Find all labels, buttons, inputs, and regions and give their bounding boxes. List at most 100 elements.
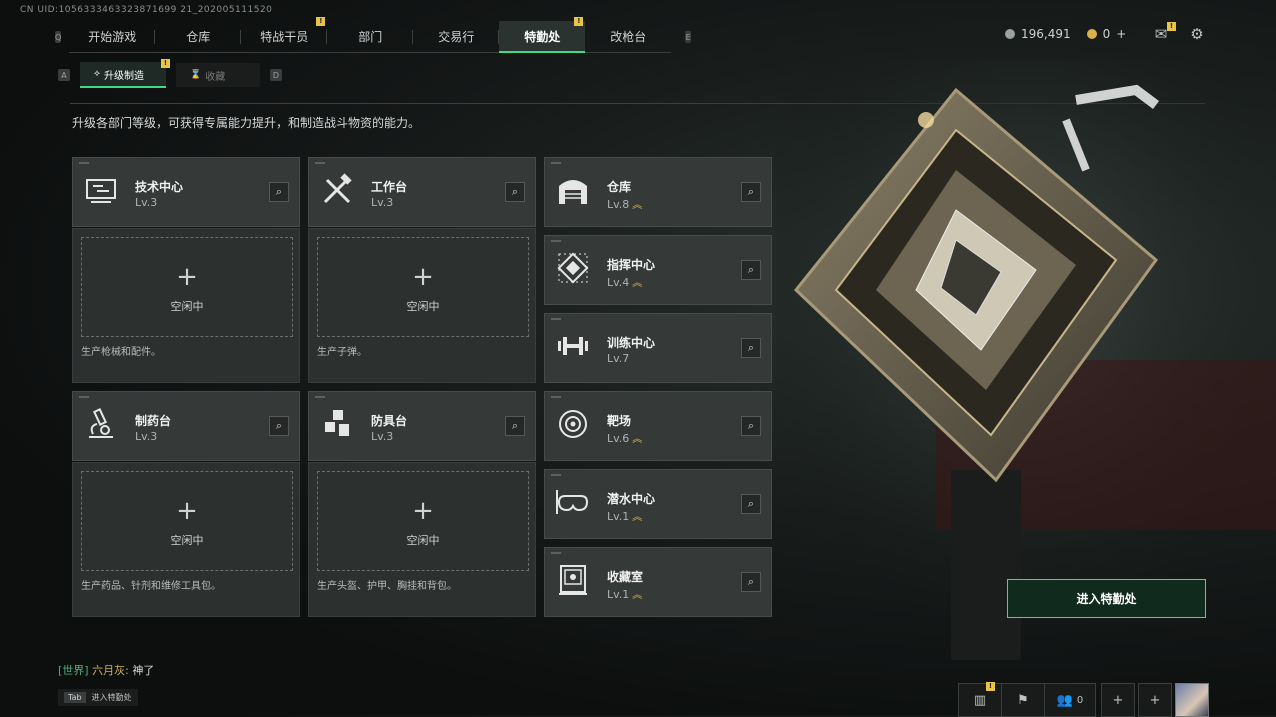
key-hint-e: E	[685, 31, 691, 43]
top-nav: Q 开始游戏 仓库 特战干员! 部门 交易行 特勤处! 改枪台 E	[55, 17, 691, 53]
production-slot-workbench: + 空闲中 生产子弹。	[308, 228, 536, 383]
add-button-1[interactable]: +	[1101, 683, 1135, 717]
slot-description: 生产药品、针剂和维修工具包。	[81, 581, 221, 592]
search-icon[interactable]: ⌕	[741, 494, 761, 514]
upgrade-arrow-icon: ︽	[632, 278, 643, 289]
idle-slot[interactable]: + 空闲中	[317, 237, 529, 337]
card-tick	[79, 396, 89, 398]
facility-level: Lv.8	[607, 198, 630, 211]
chat-message: 神了	[132, 664, 155, 677]
tab-label: 仓库	[186, 30, 211, 44]
facility-card-command-center[interactable]: 指挥中心 Lv.4 ︽ ⌕	[544, 235, 772, 305]
facility-card-collection-room[interactable]: 收藏室 Lv.1 ︽ ⌕	[544, 547, 772, 617]
plus-icon: +	[412, 262, 434, 292]
subtab-label: 收藏	[205, 71, 226, 83]
slot-status: 空闲中	[406, 300, 440, 313]
top-icons: ✉! ⚙	[1152, 22, 1206, 43]
facility-card-warehouse[interactable]: 仓库 Lv.8 ︽ ⌕	[544, 157, 772, 227]
avatar[interactable]	[1175, 683, 1209, 717]
mail-icon[interactable]: ✉!	[1152, 22, 1176, 43]
special-ops-cube-artwork	[776, 60, 1276, 660]
facility-name: 仓库	[607, 180, 632, 194]
dept-card-tech-center[interactable]: 技术中心 Lv.3 ⌕	[72, 157, 300, 227]
slot-description: 生产枪械和配件。	[81, 347, 161, 358]
subtab-upgrade-craft[interactable]: ⟡ 升级制造 !	[80, 59, 170, 88]
tab-special-ops[interactable]: 特勤处!	[499, 17, 586, 53]
card-tick	[551, 552, 561, 554]
facility-name: 收藏室	[607, 570, 644, 584]
diving-mask-icon	[556, 490, 589, 514]
key-hint-q: Q	[55, 31, 62, 43]
flag-button[interactable]: ⚑	[1001, 683, 1045, 717]
tab-hint[interactable]: Tab 进入特勤处	[58, 689, 138, 706]
slot-description: 生产头盔、护甲、胸挂和背包。	[317, 581, 457, 592]
upgrade-arrow-icon: ︽	[632, 590, 643, 601]
search-icon[interactable]: ⌕	[505, 416, 525, 436]
target-icon	[559, 410, 587, 438]
tab-departments[interactable]: 部门	[327, 21, 414, 53]
enter-special-ops-button[interactable]: 进入特勤处	[1007, 579, 1206, 618]
money-icon	[1005, 29, 1015, 39]
subtab-collection[interactable]: ⌛ 收藏	[176, 63, 260, 87]
tools-icon	[323, 173, 352, 204]
tab-gunsmith[interactable]: 改枪台	[585, 21, 672, 53]
search-icon[interactable]: ⌕	[741, 338, 761, 358]
tab-label: 特战干员	[260, 30, 309, 44]
monitor-icon	[86, 179, 116, 203]
stats-button[interactable]: ▥!	[958, 682, 1002, 717]
friends-button[interactable]: 👥 0	[1044, 683, 1096, 717]
tab-operators[interactable]: 特战干员!	[241, 17, 328, 53]
production-slot-tech-center: + 空闲中 生产枪械和配件。	[72, 228, 300, 383]
card-tick	[315, 162, 325, 164]
plus-icon: +	[1112, 692, 1124, 708]
idle-slot[interactable]: + 空闲中	[81, 471, 293, 571]
card-tick	[551, 474, 561, 476]
search-icon[interactable]: ⌕	[505, 182, 525, 202]
production-slot-armor-bench: + 空闲中 生产头盔、护甲、胸挂和背包。	[308, 462, 536, 617]
dept-card-workbench[interactable]: 工作台 Lv.3 ⌕	[308, 157, 536, 227]
chat-line[interactable]: [世界] 六月灰: 神了	[58, 662, 154, 678]
facility-name: 靶场	[607, 414, 632, 428]
idle-slot[interactable]: + 空闲中	[81, 237, 293, 337]
facility-name: 潜水中心	[607, 492, 656, 506]
facility-card-diving-center[interactable]: 潜水中心 Lv.1 ︽ ⌕	[544, 469, 772, 539]
search-icon[interactable]: ⌕	[741, 572, 761, 592]
idle-slot[interactable]: + 空闲中	[317, 471, 529, 571]
dept-card-armor-bench[interactable]: 防具台 Lv.3 ⌕	[308, 391, 536, 461]
tab-label: 部门	[358, 30, 383, 44]
subtab-label: 升级制造	[103, 70, 144, 82]
plus-icon: +	[412, 496, 434, 526]
uid-text: CN UID:1056333463323871699 21_2020051115…	[20, 5, 273, 15]
dept-card-pharmacy[interactable]: 制药台 Lv.3 ⌕	[72, 391, 300, 461]
plus-icon: +	[1149, 692, 1161, 708]
search-icon[interactable]: ⌕	[741, 182, 761, 202]
notification-badge: !	[574, 17, 584, 26]
tab-start-game[interactable]: 开始游戏	[69, 21, 156, 53]
notification-badge: !	[986, 682, 995, 691]
chat-sender: 六月灰:	[92, 664, 129, 677]
search-icon[interactable]: ⌕	[741, 416, 761, 436]
facility-card-shooting-range[interactable]: 靶场 Lv.6 ︽ ⌕	[544, 391, 772, 461]
add-coin-button[interactable]: +	[1116, 27, 1126, 41]
sub-nav: A ⟡ 升级制造 ! ⌛ 收藏 D	[58, 59, 282, 88]
facility-level: Lv.7	[607, 352, 630, 365]
tab-label: 交易行	[438, 30, 475, 44]
currency-bar: 196,491 0 +	[1005, 27, 1126, 41]
card-tick	[551, 318, 561, 320]
search-icon[interactable]: ⌕	[269, 416, 289, 436]
friends-count: 0	[1076, 694, 1084, 706]
top-tabs: 开始游戏 仓库 特战干员! 部门 交易行 特勤处! 改枪台	[69, 17, 672, 53]
gear-icon[interactable]: ⚙	[1188, 25, 1206, 43]
slot-description: 生产子弹。	[317, 347, 367, 358]
facility-card-training-center[interactable]: 训练中心 Lv.7 ⌕	[544, 313, 772, 383]
search-icon[interactable]: ⌕	[269, 182, 289, 202]
facility-level: Lv.6	[607, 432, 630, 445]
search-icon[interactable]: ⌕	[741, 260, 761, 280]
dept-name: 技术中心	[135, 180, 184, 194]
facility-name: 指挥中心	[607, 258, 656, 272]
tab-trading[interactable]: 交易行	[413, 21, 500, 53]
dept-name: 防具台	[371, 414, 408, 428]
card-tick	[551, 162, 561, 164]
tab-warehouse[interactable]: 仓库	[155, 21, 242, 53]
add-button-2[interactable]: +	[1138, 683, 1172, 717]
